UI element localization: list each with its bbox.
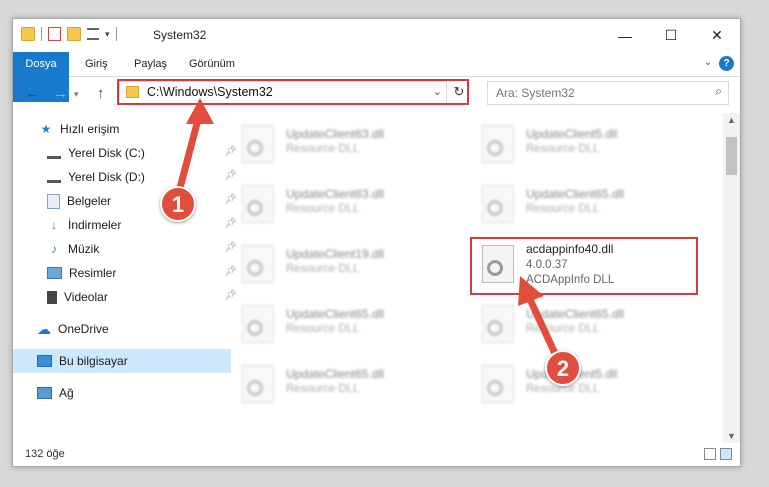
search-input[interactable]: Ara: System32 ⌕ <box>487 81 729 105</box>
view-switcher <box>704 448 732 460</box>
cloud-icon: ☁ <box>37 321 51 337</box>
large-icons-view-icon[interactable] <box>720 448 732 460</box>
drive-icon <box>47 172 61 183</box>
computer-icon <box>37 355 52 367</box>
properties-icon[interactable] <box>48 27 61 41</box>
details-view-icon[interactable] <box>704 448 716 460</box>
ribbon-expand-icon[interactable]: ⌄ <box>704 57 712 68</box>
sidebar-item-quick-access[interactable]: ★ Hızlı erişim <box>13 117 233 141</box>
dll-file-icon <box>482 365 514 403</box>
sidebar-item-downloads[interactable]: ↓ İndirmeler 📌︎ <box>13 213 241 237</box>
callout-2: 2 <box>545 350 581 386</box>
forward-arrow-icon[interactable]: → <box>53 85 68 102</box>
list-item[interactable]: UpdateClient65.dll Resource DLL <box>468 297 658 347</box>
quick-access-toolbar: ▾ <box>21 27 117 41</box>
list-item[interactable]: UpdateClient63.dll Resource DLL <box>228 177 418 227</box>
chevron-down-icon[interactable]: ▾ <box>105 29 110 40</box>
sidebar-item-pictures[interactable]: Resimler 📌︎ <box>13 261 241 285</box>
ribbon-tabs: Dosya Giriş Paylaş Görünüm ⌄ ? <box>13 52 740 102</box>
list-item[interactable]: UpdateClient63.dll Resource DLL <box>228 117 418 167</box>
scroll-up-icon[interactable]: ▲ <box>727 115 736 125</box>
maximize-button[interactable]: ☐ <box>648 19 694 52</box>
view-options-icon[interactable] <box>87 28 99 40</box>
status-bar: 132 öğe <box>13 443 740 466</box>
help-icon[interactable]: ? <box>719 56 734 71</box>
list-item[interactable]: UpdateClient5.dll Resource DLL <box>468 117 658 167</box>
window-controls: — ☐ ✕ <box>602 19 740 52</box>
dll-file-icon <box>242 125 274 163</box>
item-count: 132 öğe <box>25 448 65 460</box>
videos-icon <box>47 290 57 304</box>
music-icon: ♪ <box>51 242 57 256</box>
sidebar-item-music[interactable]: ♪ Müzik 📌︎ <box>13 237 241 261</box>
drive-icon <box>47 148 61 159</box>
dll-file-icon <box>482 185 514 223</box>
file-highlight <box>470 237 698 295</box>
dll-file-icon <box>242 185 274 223</box>
vertical-scrollbar[interactable]: ▲ ▼ <box>723 113 740 443</box>
download-icon: ↓ <box>51 218 57 232</box>
list-item[interactable]: UpdateClient65.dll Resource DLL <box>468 177 658 227</box>
search-placeholder: Ara: System32 <box>496 86 575 100</box>
dll-file-icon <box>242 245 274 283</box>
back-arrow-icon[interactable]: ← <box>25 85 40 102</box>
up-arrow-icon[interactable]: ↑ <box>97 85 105 102</box>
dll-file-icon <box>242 365 274 403</box>
network-icon <box>37 387 52 399</box>
sidebar-item-disk-d[interactable]: Yerel Disk (D:) 📌︎ <box>13 165 241 189</box>
sidebar-item-disk-c[interactable]: Yerel Disk (C:) 📌︎ <box>13 141 241 165</box>
scroll-thumb[interactable] <box>726 137 737 175</box>
sidebar-item-documents[interactable]: Belgeler 📌︎ <box>13 189 241 213</box>
list-item[interactable]: UpdateClient19.dll Resource DLL <box>228 237 418 287</box>
tab-view[interactable]: Görünüm <box>189 52 235 76</box>
star-icon: ★ <box>40 122 52 136</box>
sidebar-item-network[interactable]: Ağ <box>13 381 231 405</box>
dll-file-icon <box>242 305 274 343</box>
pictures-icon <box>47 267 62 279</box>
explorer-window: ▾ System32 — ☐ ✕ Dosya Giriş Paylaş Görü… <box>12 18 741 467</box>
dll-file-icon <box>482 305 514 343</box>
tab-share[interactable]: Paylaş <box>134 52 167 76</box>
list-item[interactable]: UpdateClient65.dll Resource DLL <box>228 357 418 407</box>
callout-1: 1 <box>160 186 196 222</box>
scroll-down-icon[interactable]: ▼ <box>727 431 736 441</box>
navigation-pane: ★ Hızlı erişim Yerel Disk (C:) 📌︎ Yerel … <box>13 113 237 443</box>
tab-home[interactable]: Giriş <box>85 52 108 76</box>
minimize-button[interactable]: — <box>602 19 648 52</box>
title-bar: ▾ System32 — ☐ ✕ <box>13 19 740 52</box>
recent-locations-icon[interactable]: ▾ <box>74 89 79 100</box>
window-title: System32 <box>153 28 207 42</box>
sidebar-item-onedrive[interactable]: ☁ OneDrive <box>13 317 231 341</box>
navigation-bar: ← → ▾ ↑ C:\Windows\System32 ⌄ ↻ Ara: Sys… <box>13 77 740 111</box>
close-button[interactable]: ✕ <box>694 19 740 52</box>
new-folder-icon[interactable] <box>67 27 81 41</box>
address-highlight <box>117 79 469 105</box>
search-icon: ⌕ <box>715 84 722 98</box>
sidebar-item-this-pc[interactable]: Bu bilgisayar <box>13 349 231 373</box>
documents-icon <box>47 193 60 209</box>
sidebar-item-videos[interactable]: Videolar 📌︎ <box>13 285 241 309</box>
list-item[interactable]: UpdateClient65.dll Resource DLL <box>228 297 418 347</box>
folder-icon <box>21 27 35 41</box>
dll-file-icon <box>482 125 514 163</box>
